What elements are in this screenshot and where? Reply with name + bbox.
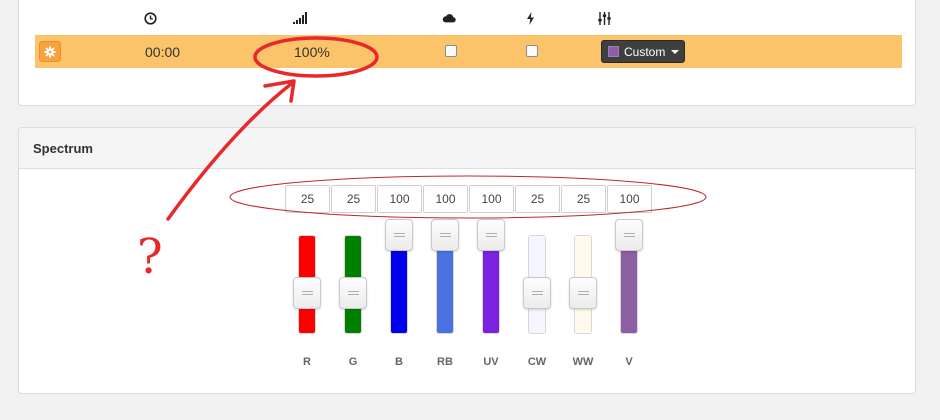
channel-value-input-b[interactable]: 100 [377,185,422,213]
channel-label-b: B [395,356,403,368]
channel-value-input-r[interactable]: 25 [285,185,330,213]
question-mark-annotation: ? [137,229,163,285]
lightning-icon [523,11,537,25]
channel-slider-handle-r[interactable] [293,276,321,309]
preset-color-swatch [608,46,619,57]
channel-value-input-rb[interactable]: 100 [423,185,468,213]
sliders-icon [597,11,611,25]
channel-label-g: G [348,356,358,368]
channel-value-input-g[interactable]: 25 [331,185,376,213]
spectrum-header: Spectrum [19,128,915,169]
row-time: 00:00 [145,44,181,60]
gear-icon [44,46,56,57]
spectrum-title: Spectrum [33,141,93,156]
channel-label-rb: RB [437,356,453,368]
clock-icon [143,11,157,25]
signal-bars-icon [293,11,307,25]
channel-slider-handle-g[interactable] [339,276,367,309]
row-intensity: 100% [294,44,330,60]
caret-down-icon [671,49,680,54]
channel-label-v: V [625,356,633,368]
preset-label: Custom [624,44,666,59]
channel-value-input-v[interactable]: 100 [607,185,652,213]
preset-dropdown-button[interactable]: Custom [601,40,685,63]
channel-slider-handle-b[interactable] [385,219,413,251]
channel-label-cw: CW [527,356,547,368]
channel-slider-handle-rb[interactable] [431,219,459,251]
row-settings-button[interactable] [39,41,61,62]
channel-value-input-cw[interactable]: 25 [515,185,560,213]
channel-slider-handle-v[interactable] [615,219,643,251]
channel-value-input-ww[interactable]: 25 [561,185,606,213]
schedule-row[interactable]: 00:00 100% Custom [35,35,902,68]
channel-slider-handle-uv[interactable] [477,219,505,251]
channel-value-input-uv[interactable]: 100 [469,185,514,213]
schedule-panel: 00:00 100% Custom [18,0,916,106]
lightning-checkbox[interactable] [526,45,538,57]
cloud-checkbox[interactable] [445,45,457,57]
channel-label-uv: UV [483,356,499,368]
channel-label-ww: WW [572,356,594,368]
channel-label-r: R [303,356,311,368]
cloud-icon [442,11,456,25]
channel-slider-handle-ww[interactable] [569,276,597,309]
channel-slider-handle-cw[interactable] [523,276,551,309]
